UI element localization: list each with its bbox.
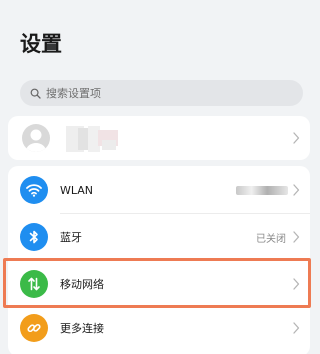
avatar-icon bbox=[22, 124, 50, 152]
chevron-right-icon bbox=[292, 231, 300, 243]
bluetooth-icon bbox=[20, 223, 48, 251]
settings-item-bluetooth[interactable]: 蓝牙 已关闭 bbox=[8, 215, 310, 259]
wifi-network-name-blurred bbox=[236, 185, 288, 195]
chevron-right-icon bbox=[292, 132, 300, 144]
link-icon bbox=[20, 314, 48, 342]
chevron-right-icon bbox=[292, 184, 300, 196]
divider bbox=[60, 213, 310, 214]
settings-item-wlan[interactable]: WLAN bbox=[8, 168, 310, 212]
settings-item-label: 移动网络 bbox=[60, 278, 104, 291]
search-icon bbox=[30, 88, 41, 99]
page-title: 设置 bbox=[20, 32, 62, 56]
search-bar[interactable]: 搜索设置项 bbox=[20, 80, 303, 106]
mobile-data-icon bbox=[20, 270, 48, 298]
bluetooth-status: 已关闭 bbox=[256, 233, 286, 245]
account-name-blurred bbox=[66, 126, 118, 152]
settings-item-mobile-network[interactable]: 移动网络 bbox=[8, 262, 310, 306]
account-card[interactable] bbox=[8, 116, 310, 160]
search-placeholder: 搜索设置项 bbox=[46, 87, 101, 100]
chevron-right-icon bbox=[292, 278, 300, 290]
settings-item-more-connections[interactable]: 更多连接 bbox=[8, 306, 310, 350]
settings-screen: 设置 搜索设置项 WLAN 蓝牙 已关闭 移动网络 更多连接 bbox=[0, 0, 315, 354]
chevron-right-icon bbox=[292, 322, 300, 334]
connections-card: WLAN 蓝牙 已关闭 移动网络 更多连接 bbox=[8, 166, 310, 354]
settings-item-label: WLAN bbox=[60, 183, 94, 197]
divider bbox=[60, 260, 310, 261]
wifi-icon bbox=[20, 176, 48, 204]
settings-item-label: 蓝牙 bbox=[60, 231, 82, 244]
settings-item-label: 更多连接 bbox=[60, 322, 104, 335]
